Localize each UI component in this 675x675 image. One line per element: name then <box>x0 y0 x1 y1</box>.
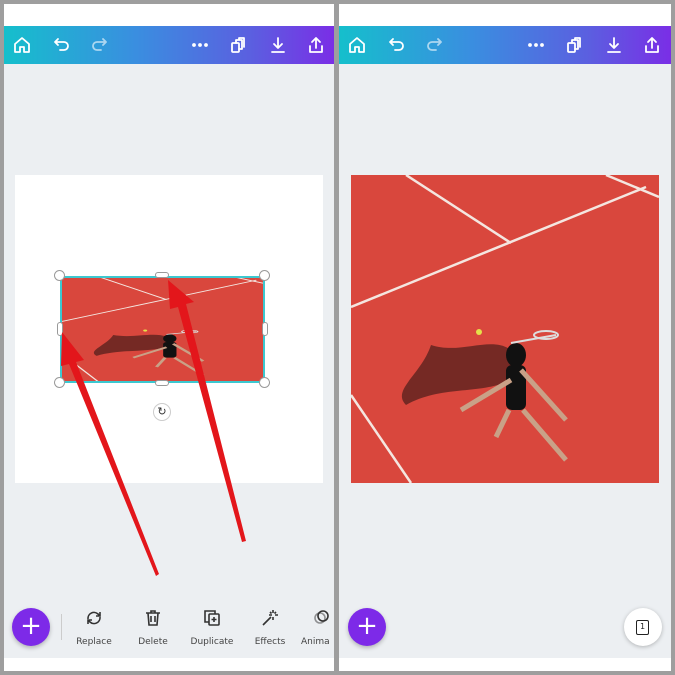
crop-handle-left[interactable] <box>57 322 63 336</box>
magic-wand-icon <box>262 610 278 626</box>
status-bar <box>4 4 334 26</box>
trash-icon <box>146 610 160 626</box>
top-toolbar <box>339 26 671 64</box>
redo-icon[interactable] <box>424 35 444 55</box>
page-count: 1 <box>636 620 649 635</box>
editor-panel-selected: ↻ + Replace Delete Duplicate Effects Ani… <box>4 4 334 671</box>
home-icon[interactable] <box>347 35 367 55</box>
resize-handle-top-left[interactable] <box>54 270 65 281</box>
share-icon[interactable] <box>306 35 326 55</box>
duplicate-button[interactable]: Duplicate <box>182 608 242 647</box>
crop-handle-right[interactable] <box>262 322 268 336</box>
resize-handle-bottom-left[interactable] <box>54 377 65 388</box>
tennis-image-full[interactable] <box>351 175 659 483</box>
bottom-bar <box>339 658 671 671</box>
more-icon[interactable] <box>526 35 546 55</box>
animate-icon <box>314 610 329 624</box>
top-toolbar <box>4 26 334 64</box>
page-count-button[interactable]: 1 <box>624 608 662 646</box>
undo-icon[interactable] <box>52 35 72 55</box>
resize-handle-top-right[interactable] <box>259 270 270 281</box>
undo-icon[interactable] <box>387 35 407 55</box>
download-icon[interactable] <box>604 35 624 55</box>
bottom-bar <box>4 658 334 671</box>
animate-label: Anima <box>301 637 330 647</box>
divider <box>61 614 62 640</box>
download-icon[interactable] <box>268 35 288 55</box>
duplicate-icon <box>204 610 220 626</box>
rotate-icon[interactable]: ↻ <box>153 403 171 421</box>
resize-handle-bottom-right[interactable] <box>259 377 270 388</box>
replace-label: Replace <box>76 637 112 647</box>
pages-icon[interactable] <box>564 35 584 55</box>
replace-icon <box>87 611 101 625</box>
crop-handle-top[interactable] <box>155 272 169 278</box>
duplicate-label: Duplicate <box>190 637 234 647</box>
pages-icon[interactable] <box>228 35 248 55</box>
animate-button[interactable]: Anima <box>296 608 334 647</box>
home-icon[interactable] <box>12 35 32 55</box>
delete-button[interactable]: Delete <box>123 608 183 647</box>
selection-box <box>60 276 265 383</box>
replace-button[interactable]: Replace <box>64 608 124 647</box>
crop-handle-bottom[interactable] <box>155 380 169 386</box>
add-button[interactable]: + <box>348 608 386 646</box>
effects-button[interactable]: Effects <box>240 608 300 647</box>
effects-label: Effects <box>254 637 286 647</box>
share-icon[interactable] <box>642 35 662 55</box>
editor-panel-filled: + 1 <box>339 4 671 671</box>
redo-icon[interactable] <box>89 35 109 55</box>
status-bar <box>339 4 671 26</box>
more-icon[interactable] <box>190 35 210 55</box>
add-button[interactable]: + <box>12 608 50 646</box>
delete-label: Delete <box>138 637 168 647</box>
